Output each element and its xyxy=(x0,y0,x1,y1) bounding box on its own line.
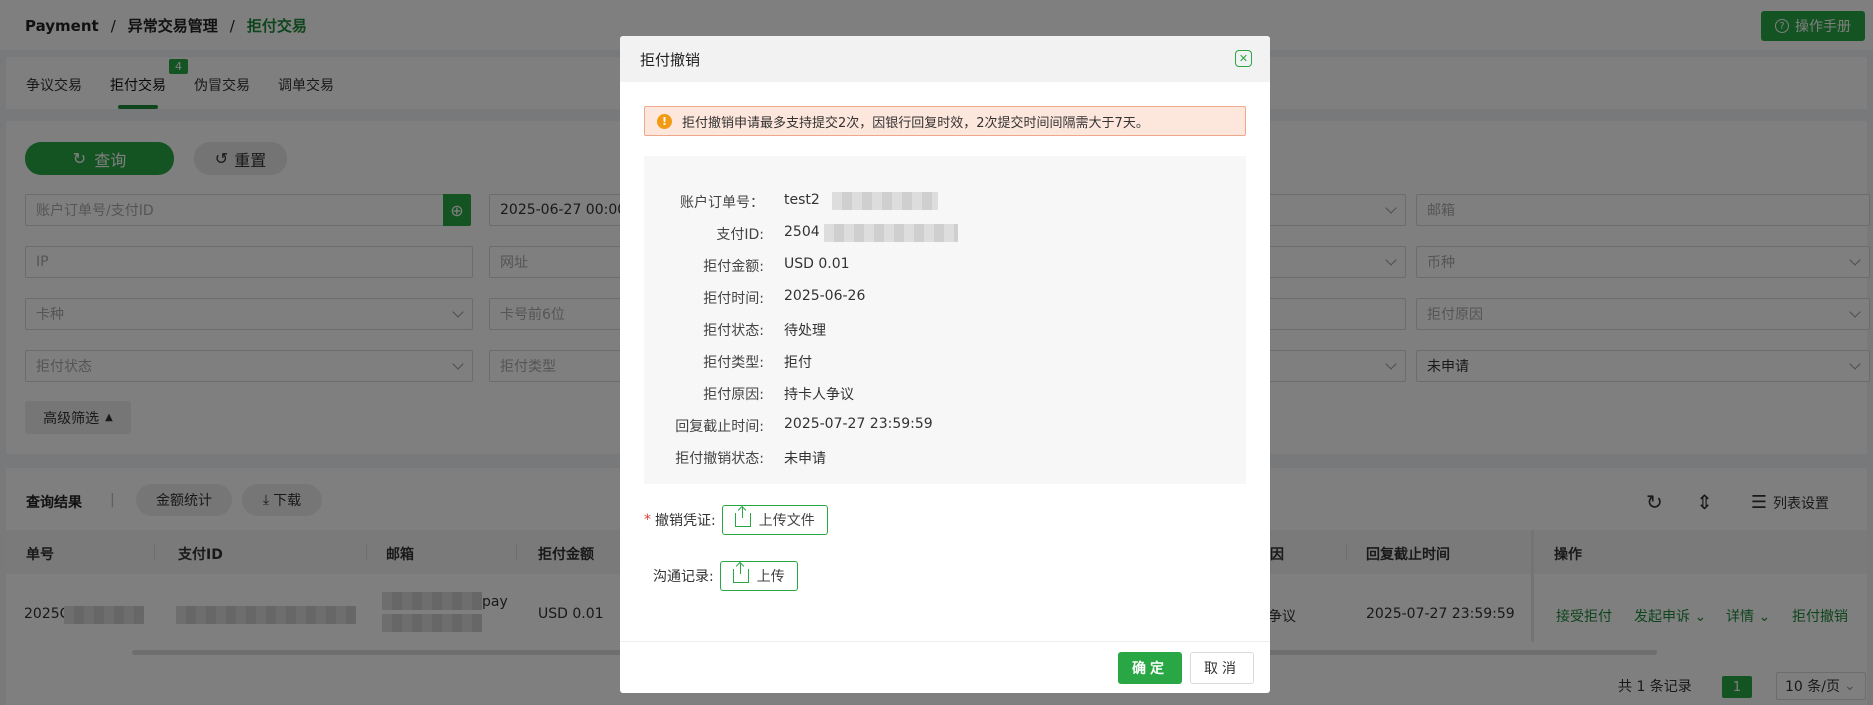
comm-label: 沟通记录: xyxy=(653,569,714,585)
comm-upload-row: 沟通记录: 上传 xyxy=(653,561,798,591)
close-icon[interactable]: ✕ xyxy=(1235,50,1252,67)
info-row-payment-id: 支付ID: 2504 xyxy=(644,224,1246,244)
info-row-order: 账户订单号： test2 xyxy=(644,192,1246,212)
masked-value xyxy=(832,192,938,210)
cancel-button[interactable]: 取消 xyxy=(1190,652,1254,684)
info-row-type: 拒付类型: 拒付 xyxy=(703,355,812,371)
warning-icon: ! xyxy=(657,113,672,129)
dialog-title: 拒付撤销 xyxy=(640,50,701,69)
upload-icon xyxy=(734,507,751,527)
warning-alert: ! 拒付撤销申请最多支持提交2次，因银行回复时效，2次提交时间间隔需大于7天。 xyxy=(644,106,1246,136)
info-row-amount: 拒付金额: USD 0.01 xyxy=(703,256,850,275)
chargeback-info: 账户订单号： test2 支付ID: 2504 拒付金额: USD 0.01 拒… xyxy=(644,156,1246,484)
dialog-footer: 确定 取消 xyxy=(620,641,1270,693)
info-row-deadline: 回复截止时间: 2025-07-27 23:59:59 xyxy=(675,416,933,435)
upload-file-button[interactable]: 上传文件 xyxy=(721,505,828,535)
voucher-upload-row: * 撤销凭证: 上传文件 xyxy=(644,505,828,535)
upload-icon xyxy=(732,563,749,583)
info-row-status: 拒付状态: 待处理 xyxy=(703,323,826,339)
info-row-reason: 拒付原因: 持卡人争议 xyxy=(703,387,854,403)
info-row-time: 拒付时间: 2025-06-26 xyxy=(703,288,866,307)
upload-button[interactable]: 上传 xyxy=(719,561,798,591)
confirm-button[interactable]: 确定 xyxy=(1118,652,1182,684)
revoke-dialog: 拒付撤销 ✕ ! 拒付撤销申请最多支持提交2次，因银行回复时效，2次提交时间间隔… xyxy=(620,36,1270,693)
masked-value xyxy=(824,224,958,242)
voucher-label: 撤销凭证: xyxy=(655,513,716,529)
info-row-revoke-status: 拒付撤销状态: 未申请 xyxy=(675,451,826,467)
dialog-header: 拒付撤销 ✕ xyxy=(620,36,1270,82)
